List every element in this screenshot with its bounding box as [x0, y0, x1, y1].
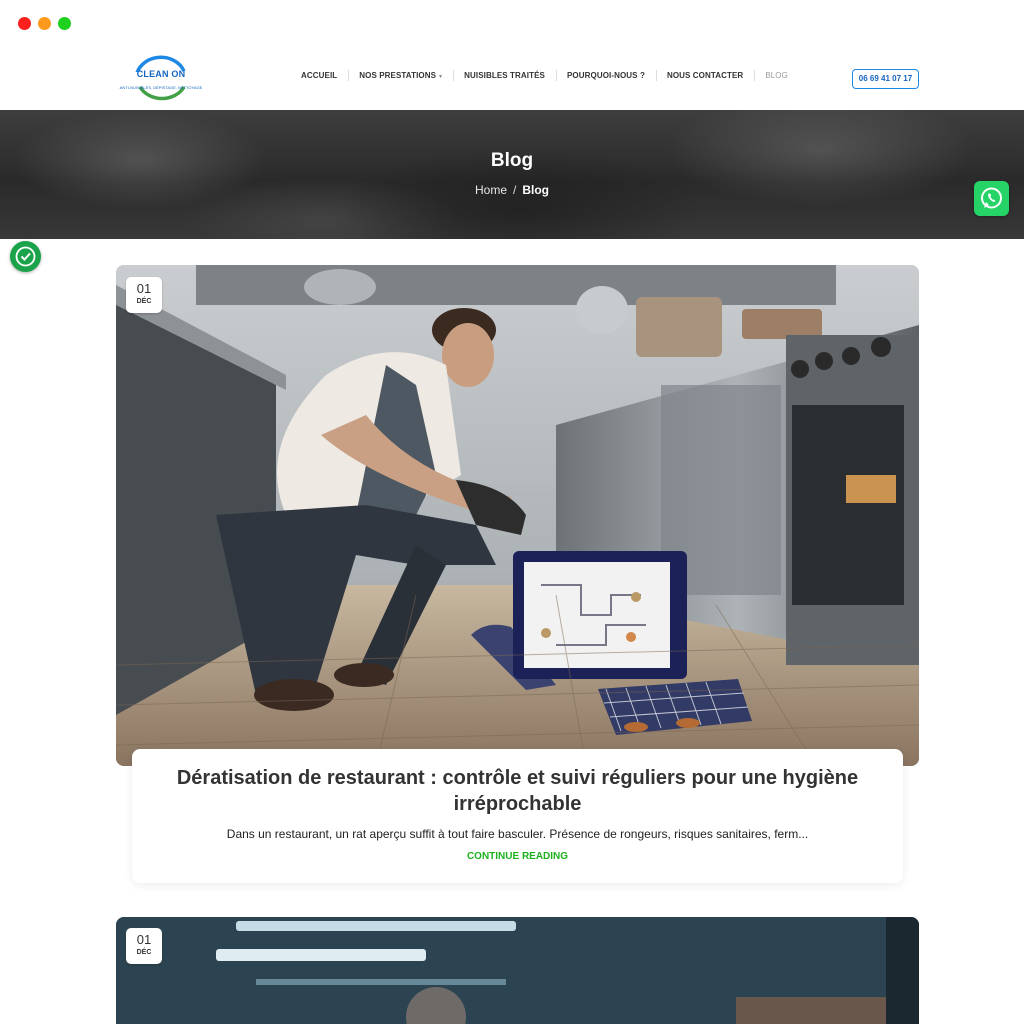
phone-button[interactable]: 06 69 41 07 17 — [852, 69, 919, 89]
page-title: Blog — [490, 150, 534, 171]
post-date-month: DÉC — [136, 298, 152, 305]
accessibility-icon — [15, 246, 36, 267]
nav-item-accueil[interactable]: ACCUEIL — [290, 71, 348, 80]
post-title[interactable]: Dératisation de restaurant : contrôle et… — [152, 765, 883, 817]
post-date-day: 01 — [136, 281, 152, 296]
post-card: Dératisation de restaurant : contrôle et… — [132, 749, 903, 883]
close-window-button[interactable] — [18, 17, 31, 30]
nav-item-nuisibles-traites[interactable]: NUISIBLES TRAITÉS — [453, 70, 556, 81]
accessibility-button[interactable] — [10, 241, 41, 272]
post-image-link[interactable] — [116, 265, 919, 766]
post-image-link[interactable] — [116, 917, 919, 1024]
post-image — [116, 265, 919, 766]
breadcrumb-home-link[interactable]: Home — [475, 183, 507, 197]
continue-reading-link[interactable]: CONTINUE READING — [132, 851, 903, 862]
breadcrumb: Home / Blog — [0, 183, 1024, 197]
post-date-badge: 01 DÉC — [126, 928, 162, 964]
chevron-down-icon: ▾ — [439, 74, 443, 80]
main-navigation: ACCUEIL NOS PRESTATIONS ▾ NUISIBLES TRAIT… — [290, 70, 799, 81]
minimize-window-button[interactable] — [38, 17, 51, 30]
page-hero: Blog Home / Blog — [0, 110, 1024, 239]
window-titlebar — [0, 0, 1024, 48]
site-logo[interactable]: CLEAN ON ANTI-NUISIBLES, DÉPISTAGE, NETT… — [118, 53, 204, 105]
nav-item-label: NOS PRESTATIONS — [359, 71, 437, 80]
breadcrumb-current: Blog — [522, 183, 550, 197]
whatsapp-button[interactable] — [974, 181, 1009, 216]
whatsapp-icon — [981, 187, 1002, 209]
maximize-window-button[interactable] — [58, 17, 71, 30]
nav-item-blog[interactable]: BLOG — [754, 70, 799, 81]
nav-item-nos-prestations[interactable]: NOS PRESTATIONS ▾ — [348, 70, 453, 81]
post-date-day: 01 — [136, 932, 152, 947]
post-date-month: DÉC — [136, 949, 152, 956]
breadcrumb-separator: / — [513, 183, 517, 197]
site-header: CLEAN ON ANTI-NUISIBLES, DÉPISTAGE, NETT… — [0, 48, 1024, 110]
logo-circle-icon — [122, 55, 200, 101]
logo-name: CLEAN ON — [136, 69, 186, 79]
nav-item-pourquoi-nous[interactable]: POURQUOI-NOUS ? — [555, 70, 656, 81]
logo-tagline: ANTI-NUISIBLES, DÉPISTAGE, NETTOYAGE — [119, 85, 203, 90]
post-excerpt: Dans un restaurant, un rat aperçu suffit… — [226, 827, 809, 841]
post-date-badge: 01 DÉC — [126, 277, 162, 313]
nav-item-nous-contacter[interactable]: NOUS CONTACTER — [655, 70, 754, 81]
post-image — [116, 917, 919, 1024]
